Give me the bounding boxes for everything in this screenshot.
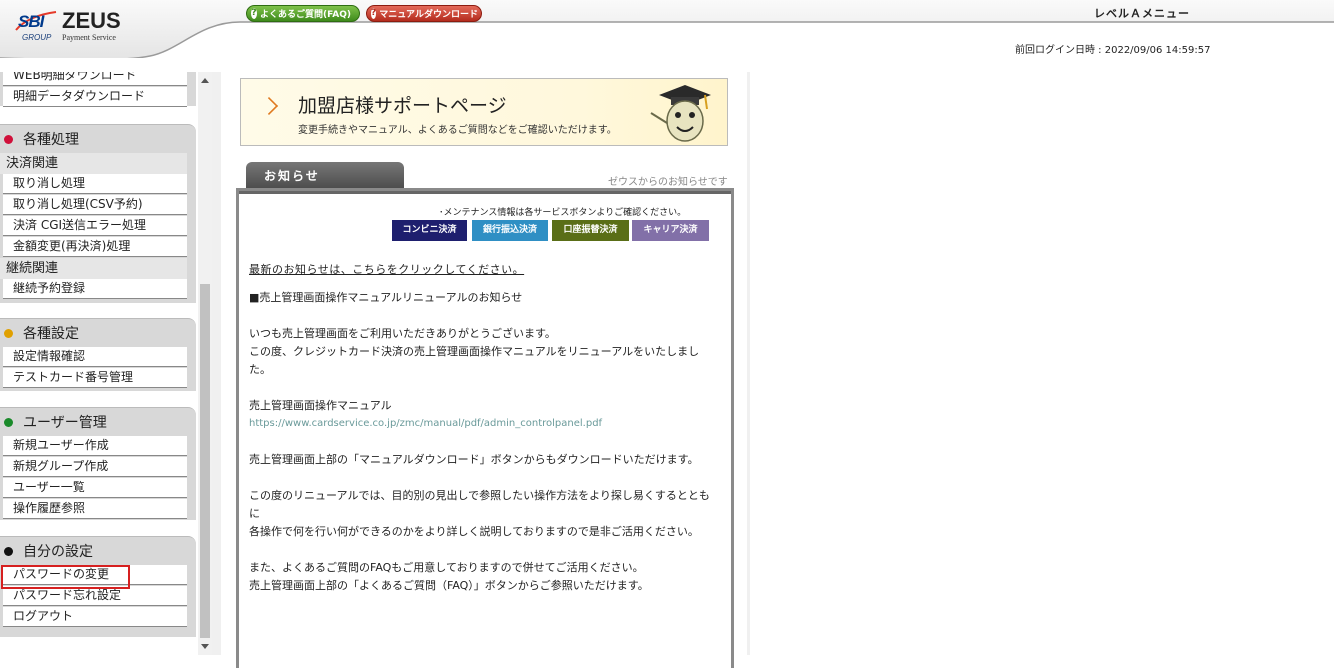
manual-label: 売上管理画面操作マニュアル <box>249 399 392 412</box>
main-gutter-right <box>747 72 750 655</box>
maintenance-info: ･メンテナンス情報は各サービスボタンよりご確認ください。 <box>439 208 687 218</box>
notice-paragraph: この度、クレジットカード決済の売上管理画面操作マニュアルをリニューアルをいたしま… <box>249 345 700 376</box>
latest-notice-link[interactable]: 最新のお知らせは、こちらをクリックしてください。 <box>249 261 719 279</box>
sidebar-section-processing: 各種処理 決済関連 取り消し処理 取り消し処理(CSV予約) 決済 CGI送信エ… <box>0 124 196 303</box>
sidebar-section-downloads: WEB明細ダウンロード 明細データダウンロード <box>0 72 196 107</box>
section-header: 自分の設定 <box>0 537 196 565</box>
sidebar-item-new-user[interactable]: 新規ユーザー作成 <box>3 436 187 456</box>
sidebar-item-amount-change[interactable]: 金額変更(再決済)処理 <box>3 237 187 257</box>
scroll-up-arrow-icon[interactable] <box>201 78 209 83</box>
sidebar-item-recurring-register[interactable]: 継続予約登録 <box>3 279 187 299</box>
sidebar-scrollbar[interactable] <box>198 72 212 655</box>
header: SBI GROUP ZEUS Payment Service ? よくあるご質問… <box>0 0 1334 72</box>
sidebar-item-test-card[interactable]: テストカード番号管理 <box>3 368 187 388</box>
notice-tab: お知らせ <box>246 162 404 190</box>
convenience-payment-button[interactable]: コンビニ決済 <box>392 220 467 241</box>
notice-box: ･メンテナンス情報は各サービスボタンよりご確認ください。 コンビニ決済 銀行振込… <box>236 188 734 668</box>
question-icon: ? <box>251 8 258 19</box>
support-page-banner[interactable]: 加盟店様サポートページ 変更手続きやマニュアル、よくあるご質問などをご確認いただ… <box>240 78 728 146</box>
sidebar-item-operation-history[interactable]: 操作履歴参照 <box>3 499 187 519</box>
banner-title: 加盟店様サポートページ <box>298 95 507 117</box>
sidebar-item-cancel-csv[interactable]: 取り消し処理(CSV予約) <box>3 195 187 215</box>
notice-paragraph: いつも売上管理画面をご利用いただきありがとうございます。 <box>249 327 556 340</box>
subhead-recurring: 継続関連 <box>0 258 187 279</box>
green-dot-icon <box>4 417 13 427</box>
notice-content: 最新のお知らせは、こちらをクリックしてください。 ■売上管理画面操作マニュアルリ… <box>249 261 719 595</box>
scroll-down-arrow-icon[interactable] <box>201 644 209 649</box>
faq-button-label: よくあるご質問(FAQ) <box>260 10 351 20</box>
sidebar-section-user-management: ユーザー管理 新規ユーザー作成 新規グループ作成 ユーザー一覧 操作履歴参照 <box>0 407 196 520</box>
subhead-payment: 決済関連 <box>0 153 187 174</box>
bank-transfer-button[interactable]: 銀行振込決済 <box>472 220 548 241</box>
sidebar-item-cgi-error[interactable]: 決済 CGI送信エラー処理 <box>3 216 187 236</box>
notice-paragraph: また、よくあるご質問のFAQもご用意しておりますので併せてご活用ください。 <box>249 561 644 574</box>
question-icon: ? <box>371 8 377 19</box>
sidebar-item-new-group[interactable]: 新規グループ作成 <box>3 457 187 477</box>
sidebar-item-forgot-password[interactable]: パスワード忘れ設定 <box>3 586 187 606</box>
sidebar-item-statement-data[interactable]: 明細データダウンロード <box>3 87 187 107</box>
level-title: レベルＡメニュー <box>1094 7 1190 20</box>
sbi-logo: SBI <box>18 12 44 31</box>
notice-paragraph: この度のリニューアルでは、目的別の見出しで参照したい操作方法をより探し易くすると… <box>249 489 710 520</box>
highlight-box <box>1 565 130 589</box>
zeus-logo: ZEUS <box>62 8 121 33</box>
yellow-dot-icon <box>4 328 13 338</box>
section-title: ユーザー管理 <box>23 415 107 431</box>
section-title: 自分の設定 <box>23 544 93 560</box>
section-title: 各種処理 <box>23 132 79 148</box>
carrier-payment-button[interactable]: キャリア決済 <box>632 220 709 241</box>
sidebar-item-settings-info[interactable]: 設定情報確認 <box>3 347 187 367</box>
section-header: 各種設定 <box>0 319 196 347</box>
notice-hint: ゼウスからのお知らせです <box>608 177 728 188</box>
chevron-right-icon <box>259 96 279 116</box>
notice-heading: ■売上管理画面操作マニュアルリニューアルのお知らせ <box>249 291 523 304</box>
section-header: ユーザー管理 <box>0 408 196 436</box>
last-login: 前回ログイン日時 : 2022/09/06 14:59:57 <box>1015 45 1211 56</box>
mascot-graduate-icon <box>650 85 711 142</box>
black-dot-icon <box>4 546 13 556</box>
banner-subtitle: 変更手続きやマニュアル、よくあるご質問などをご確認いただけます。 <box>298 125 617 136</box>
sidebar-item-web-statement[interactable]: WEB明細ダウンロード <box>3 72 187 86</box>
red-dot-icon <box>4 134 13 144</box>
manual-download-label: マニュアルダウンロード <box>379 10 478 20</box>
notice-paragraph: 売上管理画面上部の「よくあるご質問（FAQ）」ボタンからご参照いただけます。 <box>249 579 649 592</box>
section-title: 各種設定 <box>23 326 79 342</box>
sidebar-section-settings: 各種設定 設定情報確認 テストカード番号管理 <box>0 318 196 391</box>
notice-paragraph: 売上管理画面上部の「マニュアルダウンロード」ボタンからもダウンロードいただけます… <box>249 453 699 466</box>
sbi-group-label: GROUP <box>22 33 52 42</box>
faq-button[interactable]: ? よくあるご質問(FAQ) <box>246 5 360 22</box>
section-header: 各種処理 <box>0 125 196 153</box>
sidebar-item-user-list[interactable]: ユーザー一覧 <box>3 478 187 498</box>
payment-service-label: Payment Service <box>62 33 116 42</box>
sidebar-item-cancel[interactable]: 取り消し処理 <box>3 174 187 194</box>
manual-download-button[interactable]: ? マニュアルダウンロード <box>366 5 482 22</box>
main-gutter-left <box>212 72 221 655</box>
account-transfer-button[interactable]: 口座振替決済 <box>552 220 629 241</box>
manual-url-link[interactable]: https://www.cardservice.co.jp/zmc/manual… <box>249 415 719 433</box>
sidebar-item-logout[interactable]: ログアウト <box>3 607 187 627</box>
scroll-thumb[interactable] <box>200 284 210 638</box>
notice-paragraph: 各操作で何を行い何ができるのかをより詳しく説明しておりますので是非ご活用ください… <box>249 525 699 538</box>
